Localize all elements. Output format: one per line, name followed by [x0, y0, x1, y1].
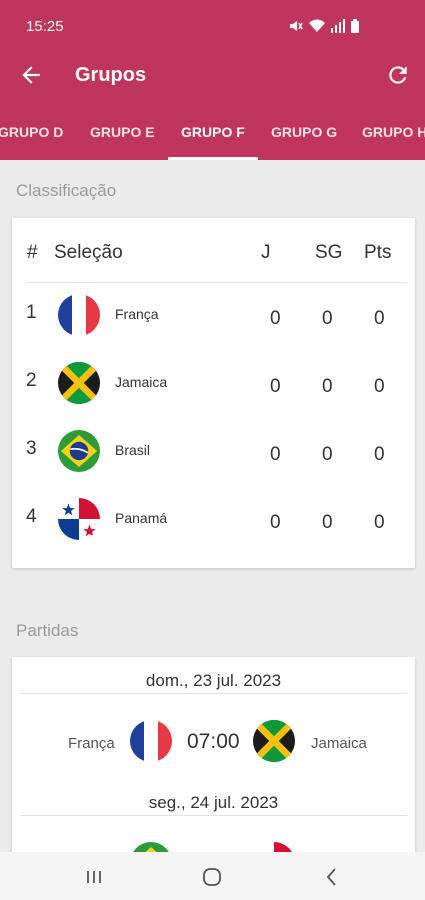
page-title: Grupos: [75, 64, 147, 86]
tab-grupo-f[interactable]: GRUPO F: [181, 124, 245, 140]
row-played: 0: [270, 444, 281, 465]
tab-grupo-g[interactable]: GRUPO G: [271, 124, 337, 140]
row-goal-diff: 0: [322, 376, 333, 397]
jamaica-flag-icon: [253, 720, 295, 762]
row-points: 0: [374, 308, 385, 329]
france-flag-icon: [58, 294, 100, 336]
header-team: Seleção: [54, 242, 123, 263]
france-flag-icon: [130, 720, 172, 762]
header-points: Pts: [364, 242, 392, 263]
match-away-team: Jamaica: [311, 735, 367, 752]
status-bar: 15:25: [0, 0, 425, 52]
group-tabs: GRUPO D GRUPO E GRUPO F GRUPO G GRUPO H: [0, 100, 425, 160]
tab-grupo-h[interactable]: GRUPO H: [362, 124, 425, 140]
row-pos: 4: [26, 506, 37, 527]
home-icon[interactable]: [201, 866, 223, 888]
active-tab-indicator: [168, 157, 258, 160]
recent-apps-icon[interactable]: [83, 866, 105, 888]
row-team: Brasil: [115, 442, 151, 458]
row-points: 0: [374, 512, 385, 533]
standings-section-title: Classificação: [16, 181, 117, 200]
row-goal-diff: 0: [322, 512, 333, 533]
row-pos: 3: [26, 438, 37, 459]
row-team: Jamaica: [115, 374, 168, 390]
table-row[interactable]: 4 Panamá 0 0 0: [12, 486, 415, 554]
system-nav-bar: [0, 852, 425, 900]
table-row[interactable]: 1 França 0 0 0: [12, 282, 415, 350]
row-played: 0: [270, 512, 281, 533]
row-goal-diff: 0: [322, 308, 333, 329]
match-date: dom., 23 jul. 2023: [145, 671, 282, 690]
match-time: 07:00: [187, 730, 240, 753]
row-points: 0: [374, 376, 385, 397]
row-played: 0: [270, 308, 281, 329]
arrow-left-icon[interactable]: [18, 62, 44, 88]
header-goal-diff: SG: [315, 242, 343, 263]
match-home-team: França: [68, 735, 115, 752]
panama-flag-icon: [58, 498, 100, 540]
table-row[interactable]: 3 Brasil 0 0 0: [12, 418, 415, 486]
refresh-icon[interactable]: [385, 62, 411, 88]
status-icons: [289, 19, 359, 33]
mute-icon: [290, 21, 303, 31]
header-played: J: [261, 242, 271, 263]
matches-list: dom., 23 jul. 2023 França 07:00 Jamaica …: [12, 657, 415, 884]
row-team: Panamá: [115, 510, 168, 526]
table-row[interactable]: 2 Jamaica 0 0 0: [12, 350, 415, 418]
row-team: França: [115, 306, 159, 322]
brazil-flag-icon: [58, 430, 100, 472]
wifi-icon: [309, 19, 325, 32]
row-goal-diff: 0: [322, 444, 333, 465]
row-pos: 1: [26, 302, 37, 323]
date-divider: [20, 693, 407, 694]
row-pos: 2: [26, 370, 37, 391]
match-date: seg., 24 jul. 2023: [148, 793, 279, 812]
row-played: 0: [270, 376, 281, 397]
battery-icon: [351, 19, 359, 33]
row-points: 0: [374, 444, 385, 465]
signal-icon: [331, 19, 345, 33]
back-icon[interactable]: [321, 866, 343, 888]
header-pos: #: [27, 242, 38, 263]
tab-grupo-d[interactable]: GRUPO D: [0, 124, 63, 140]
status-time: 15:25: [26, 18, 64, 35]
matches-section-title: Partidas: [16, 621, 79, 640]
app-toolbar: Grupos: [0, 52, 425, 100]
jamaica-flag-icon: [58, 362, 100, 404]
standings-table: # Seleção J SG Pts 1 França 0 0 0 2 Jama…: [12, 218, 415, 568]
date-divider: [20, 815, 407, 816]
tab-grupo-e[interactable]: GRUPO E: [90, 124, 155, 140]
